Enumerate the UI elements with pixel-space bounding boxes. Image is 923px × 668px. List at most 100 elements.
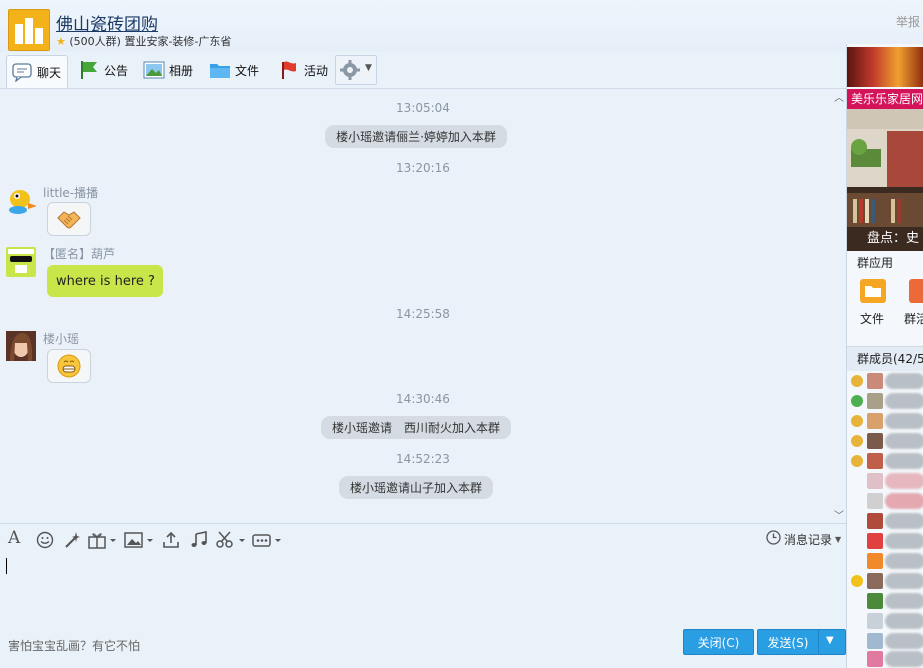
message-time: 14:25:58 — [396, 307, 450, 321]
member-row[interactable] — [849, 592, 923, 610]
settings-dropdown-button[interactable]: ▼ — [335, 55, 377, 85]
tab-files[interactable]: 文件 — [209, 55, 259, 85]
message-time: 14:52:23 — [396, 452, 450, 466]
message-history-button[interactable]: 消息记录 ▼ — [766, 530, 841, 548]
system-message: 楼小瑶邀请山子加入本群 — [338, 476, 494, 499]
admin-icon — [851, 375, 863, 387]
star-icon — [851, 575, 863, 587]
members-header[interactable]: 群成员(42/5 — [847, 346, 923, 371]
emoji-icon[interactable] — [36, 531, 54, 549]
system-message: 楼小瑶邀请俪兰·婷婷加入本群 — [325, 125, 507, 148]
member-row[interactable] — [849, 552, 923, 570]
message-time: 14:30:46 — [396, 392, 450, 406]
member-name-blurred — [885, 513, 923, 529]
member-name-blurred — [885, 553, 923, 569]
member-row[interactable] — [849, 492, 923, 510]
tab-album[interactable]: 相册 — [143, 55, 193, 85]
avatar[interactable] — [6, 247, 36, 277]
chevron-down-icon: ▼ — [835, 534, 842, 544]
message-time: 13:20:16 — [396, 161, 450, 175]
tip-link[interactable]: 害怕宝宝乱画？有它不怕 — [8, 637, 140, 654]
chat-history[interactable]: ︿ 13:05:04 楼小瑶邀请俪兰·婷婷加入本群 13:20:16 littl… — [0, 89, 846, 522]
tab-chat-label: 聊天 — [37, 65, 62, 80]
message-time: 13:05:04 — [396, 101, 450, 115]
handshake-emoji-icon — [57, 208, 81, 233]
avatar[interactable] — [6, 185, 37, 215]
member-row[interactable] — [849, 512, 923, 530]
music-icon[interactable] — [190, 531, 208, 549]
group-avatar[interactable] — [8, 9, 50, 51]
chevron-down-icon: ▼ — [365, 63, 372, 73]
scroll-down-icon[interactable]: ﹀ — [834, 507, 844, 522]
font-icon[interactable]: A — [8, 528, 20, 548]
member-row[interactable] — [849, 372, 923, 390]
star-icon: ★ — [56, 35, 66, 48]
avatar — [867, 493, 883, 509]
message-bubble[interactable] — [47, 349, 91, 383]
gear-icon — [340, 60, 360, 83]
report-link[interactable]: 举报 — [896, 13, 920, 30]
tab-announcement[interactable]: 公告 — [78, 55, 128, 85]
activity-app-icon[interactable] — [909, 279, 923, 303]
app-label[interactable]: 群活 — [904, 310, 923, 327]
input-toolbar: A 消息记录 ▼ — [0, 523, 846, 554]
message-input[interactable] — [0, 554, 846, 624]
ad-banner-image[interactable] — [847, 47, 923, 87]
member-row[interactable] — [849, 532, 923, 550]
ad-caption[interactable]: 盘点：史 — [867, 227, 919, 246]
screenshot-icon[interactable] — [216, 531, 248, 549]
member-row[interactable] — [849, 572, 923, 590]
activity-flag-icon — [278, 60, 300, 80]
sender-name: 【匿名】葫芦 — [43, 247, 116, 261]
admin-icon — [851, 455, 863, 467]
ad-title[interactable]: 美乐乐家居网 — [847, 89, 923, 109]
member-name-blurred — [885, 613, 923, 629]
avatar — [867, 651, 883, 667]
gift-icon[interactable] — [88, 531, 118, 549]
tab-files-label: 文件 — [235, 63, 260, 78]
member-name-blurred — [885, 633, 923, 649]
admin-icon — [851, 415, 863, 427]
sender-name: little-播播 — [43, 186, 99, 200]
avatar — [867, 473, 883, 489]
avatar — [867, 393, 883, 409]
member-name-blurred — [885, 493, 923, 509]
clock-icon — [766, 530, 781, 548]
tab-chat[interactable]: 聊天 — [6, 55, 69, 88]
close-button[interactable]: 关闭(C) — [683, 629, 754, 655]
grin-emoji-icon — [57, 354, 81, 381]
avatar — [867, 613, 883, 629]
tab-activity[interactable]: 活动 — [278, 55, 328, 85]
message-bubble[interactable]: where is here ? — [47, 265, 163, 297]
sender-name: 楼小瑶 — [43, 332, 80, 346]
member-row[interactable] — [849, 412, 923, 430]
send-options-button[interactable]: ▼ — [818, 629, 846, 655]
app-label[interactable]: 文件 — [860, 310, 884, 327]
member-row[interactable] — [849, 472, 923, 490]
upload-icon[interactable] — [162, 531, 180, 549]
group-meta-text: (500人群) 置业安家-装修-广东省 — [69, 35, 232, 48]
member-row[interactable] — [849, 612, 923, 630]
member-row[interactable] — [849, 650, 923, 668]
text-caret — [6, 558, 7, 574]
member-row[interactable] — [849, 432, 923, 450]
group-name[interactable]: 佛山瓷砖团购 — [56, 10, 158, 35]
member-name-blurred — [885, 533, 923, 549]
member-name-blurred — [885, 393, 923, 409]
member-row[interactable] — [849, 452, 923, 470]
member-name-blurred — [885, 413, 923, 429]
user-icon — [851, 395, 863, 407]
member-row[interactable] — [849, 632, 923, 650]
admin-icon — [851, 435, 863, 447]
right-panel: 美乐乐家居网 盘点：史 群应用 文件 群活 群成员(42/5 — [846, 44, 923, 668]
magic-icon[interactable] — [63, 531, 81, 549]
member-row[interactable] — [849, 392, 923, 410]
file-app-icon[interactable] — [860, 279, 886, 303]
album-icon — [143, 60, 165, 80]
avatar[interactable] — [6, 331, 36, 361]
more-icon[interactable] — [252, 531, 284, 549]
avatar — [867, 573, 883, 589]
send-button[interactable]: 发送(S) — [757, 629, 819, 655]
message-bubble[interactable] — [47, 202, 91, 236]
image-icon[interactable] — [124, 531, 156, 549]
